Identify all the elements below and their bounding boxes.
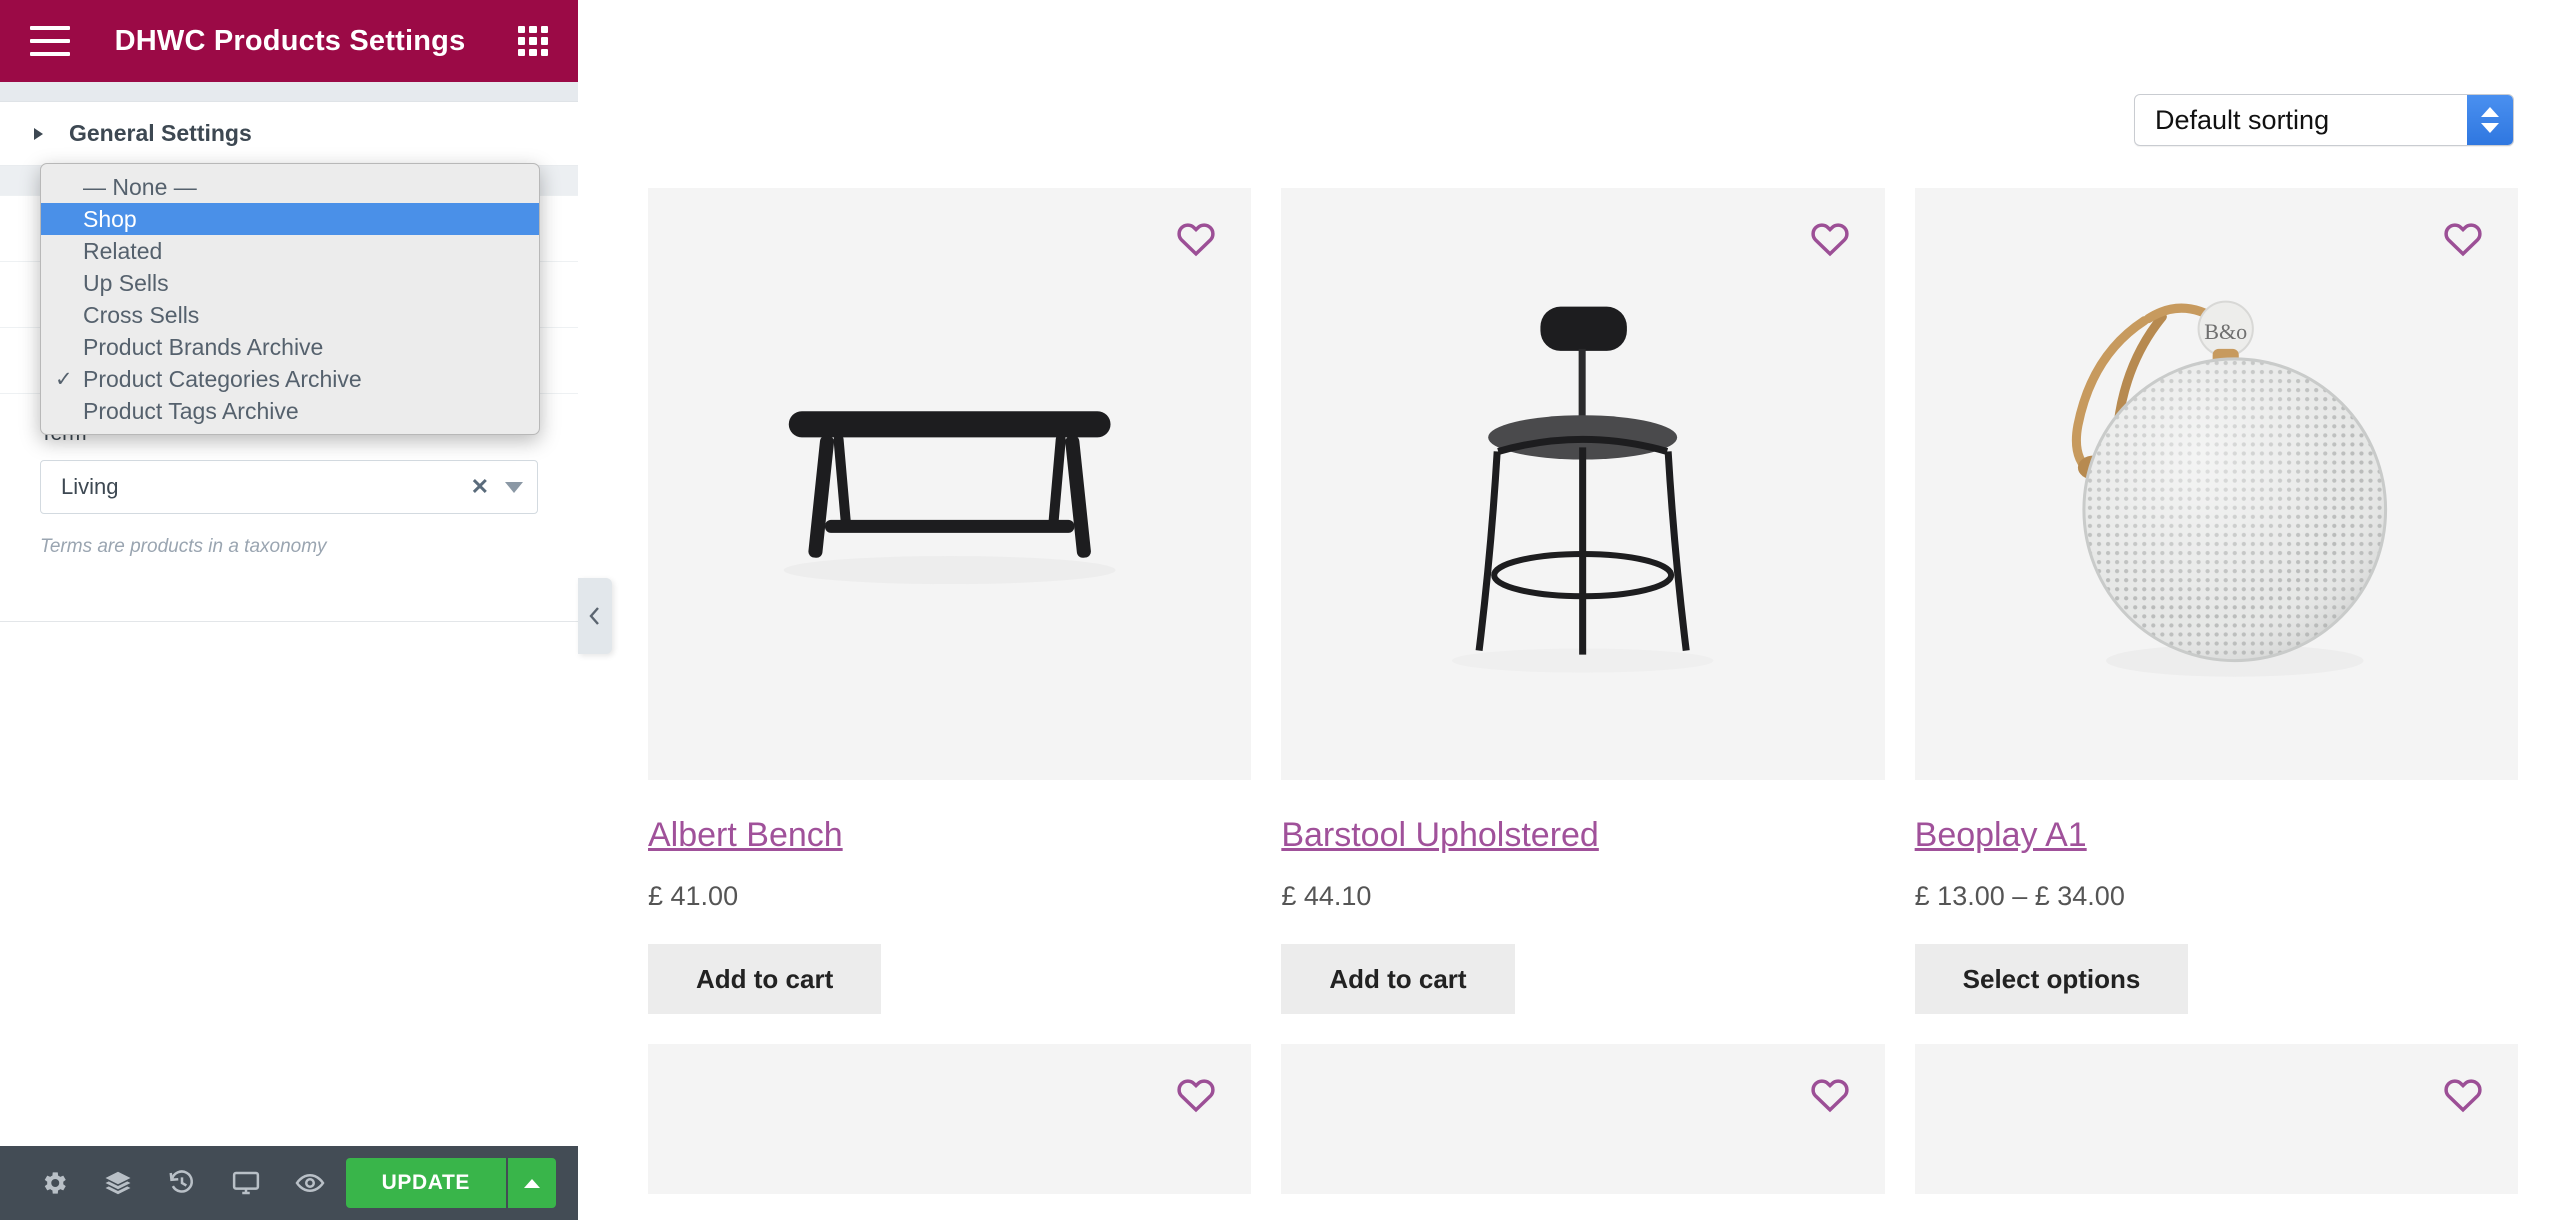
product-card: Albert Bench £ 41.00 Add to cart	[648, 188, 1252, 1014]
caret-right-icon	[34, 127, 43, 140]
stepper-updown-icon[interactable]	[2467, 95, 2513, 145]
preview-eye-icon[interactable]	[278, 1146, 342, 1220]
product-grid: Albert Bench £ 41.00 Add to cart Barstoo…	[648, 188, 2518, 1194]
section-title: General Settings	[69, 120, 252, 146]
dropdown-option[interactable]: Related	[41, 235, 539, 267]
chevron-down-icon[interactable]	[505, 481, 523, 493]
svg-text:B&o: B&o	[2204, 319, 2247, 344]
add-to-cart-button[interactable]: Add to cart	[1281, 944, 1515, 1014]
product-price: £ 13.00 – £ 34.00	[1914, 881, 2125, 911]
product-card: B&o Beoplay A1 £ 13.00 – £ 34.00 Select …	[1914, 188, 2518, 1014]
product-thumbnail[interactable]	[648, 188, 1252, 780]
add-to-cart-button[interactable]: Add to cart	[648, 944, 882, 1014]
sorting-dropdown-wrapper: Default sorting	[2134, 94, 2514, 146]
option-label: Related	[83, 237, 163, 264]
term-selected-value: Living	[61, 474, 119, 499]
option-label: Up Sells	[83, 269, 169, 296]
chevron-left-icon	[589, 607, 599, 625]
barstool-illustration	[1281, 188, 1885, 780]
bench-illustration	[648, 188, 1252, 780]
source-select-dropdown[interactable]: — None — Shop Related Up Sells Cross Sel…	[40, 163, 540, 435]
product-card	[648, 1044, 1252, 1194]
preview-canvas: Default sorting Albert Bench £ 41.00 Add…	[578, 0, 2560, 1220]
option-label: Product Brands Archive	[83, 333, 324, 360]
sorting-selected-value: Default sorting	[2155, 104, 2330, 135]
dropdown-option[interactable]: Cross Sells	[41, 299, 539, 331]
product-title-link[interactable]: Albert Bench	[648, 816, 843, 855]
panel-header: DHWC Products Settings	[0, 0, 578, 82]
product-price: £ 41.00	[648, 881, 739, 911]
page-title: DHWC Products Settings	[114, 24, 466, 57]
speaker-illustration: B&o	[1914, 188, 2518, 780]
dropdown-option[interactable]: Product Tags Archive	[41, 395, 539, 427]
settings-gear-icon[interactable]	[22, 1146, 86, 1220]
update-button-group: UPDATE	[345, 1158, 556, 1208]
dropdown-option[interactable]: Product Brands Archive	[41, 331, 539, 363]
dropdown-option[interactable]: ✓ Product Categories Archive	[41, 363, 539, 395]
panel-empty-area	[0, 622, 578, 1142]
history-icon[interactable]	[150, 1146, 214, 1220]
heart-icon[interactable]	[1175, 218, 1217, 260]
option-label: — None —	[83, 173, 197, 200]
responsive-monitor-icon[interactable]	[214, 1146, 278, 1220]
select-options-button[interactable]: Select options	[1914, 944, 2189, 1014]
clear-icon[interactable]: ✕	[471, 474, 489, 500]
product-thumbnail[interactable]	[648, 1044, 1252, 1194]
term-field-block: Term Living ✕ Terms are products in a ta…	[0, 422, 578, 558]
panel-footer-toolbar: UPDATE	[0, 1146, 578, 1220]
option-label: Product Categories Archive	[83, 365, 362, 392]
section-general-settings[interactable]: General Settings	[0, 102, 578, 166]
heart-icon[interactable]	[1809, 218, 1851, 260]
product-thumbnail[interactable]	[1281, 1044, 1885, 1194]
option-label: Product Tags Archive	[83, 397, 299, 424]
dropdown-option[interactable]: Up Sells	[41, 267, 539, 299]
product-thumbnail[interactable]	[1914, 1044, 2518, 1194]
product-card	[1914, 1044, 2518, 1194]
grid-apps-icon[interactable]	[518, 26, 548, 56]
dropdown-option[interactable]: Shop	[41, 203, 539, 235]
update-button[interactable]: UPDATE	[345, 1158, 506, 1208]
layers-icon[interactable]	[86, 1146, 150, 1220]
product-title-link[interactable]: Beoplay A1	[1915, 816, 2087, 855]
option-check-icon: ✓	[55, 367, 73, 391]
panel-collapse-handle[interactable]	[578, 578, 612, 654]
heart-icon[interactable]	[1175, 1074, 1217, 1116]
heart-icon[interactable]	[2442, 1074, 2484, 1116]
term-select[interactable]: Living ✕	[40, 460, 538, 514]
panel-subbar	[0, 82, 578, 102]
caret-up-icon[interactable]	[506, 1158, 556, 1208]
option-label: Cross Sells	[83, 301, 200, 328]
product-card: Barstool Upholstered £ 44.10 Add to cart	[1281, 188, 1885, 1014]
product-thumbnail[interactable]: B&o	[1914, 188, 2518, 780]
term-field-help: Terms are products in a taxonomy	[40, 536, 327, 557]
editor-panel: DHWC Products Settings General Settings …	[0, 0, 578, 1220]
product-thumbnail[interactable]	[1281, 188, 1885, 780]
product-title-link[interactable]: Barstool Upholstered	[1281, 816, 1599, 855]
sorting-select[interactable]: Default sorting	[2134, 94, 2514, 146]
dropdown-option[interactable]: — None —	[41, 171, 539, 203]
heart-icon[interactable]	[1809, 1074, 1851, 1116]
option-label: Shop	[83, 205, 137, 232]
product-card	[1281, 1044, 1885, 1194]
product-price: £ 44.10	[1281, 881, 1372, 911]
heart-icon[interactable]	[2442, 218, 2484, 260]
